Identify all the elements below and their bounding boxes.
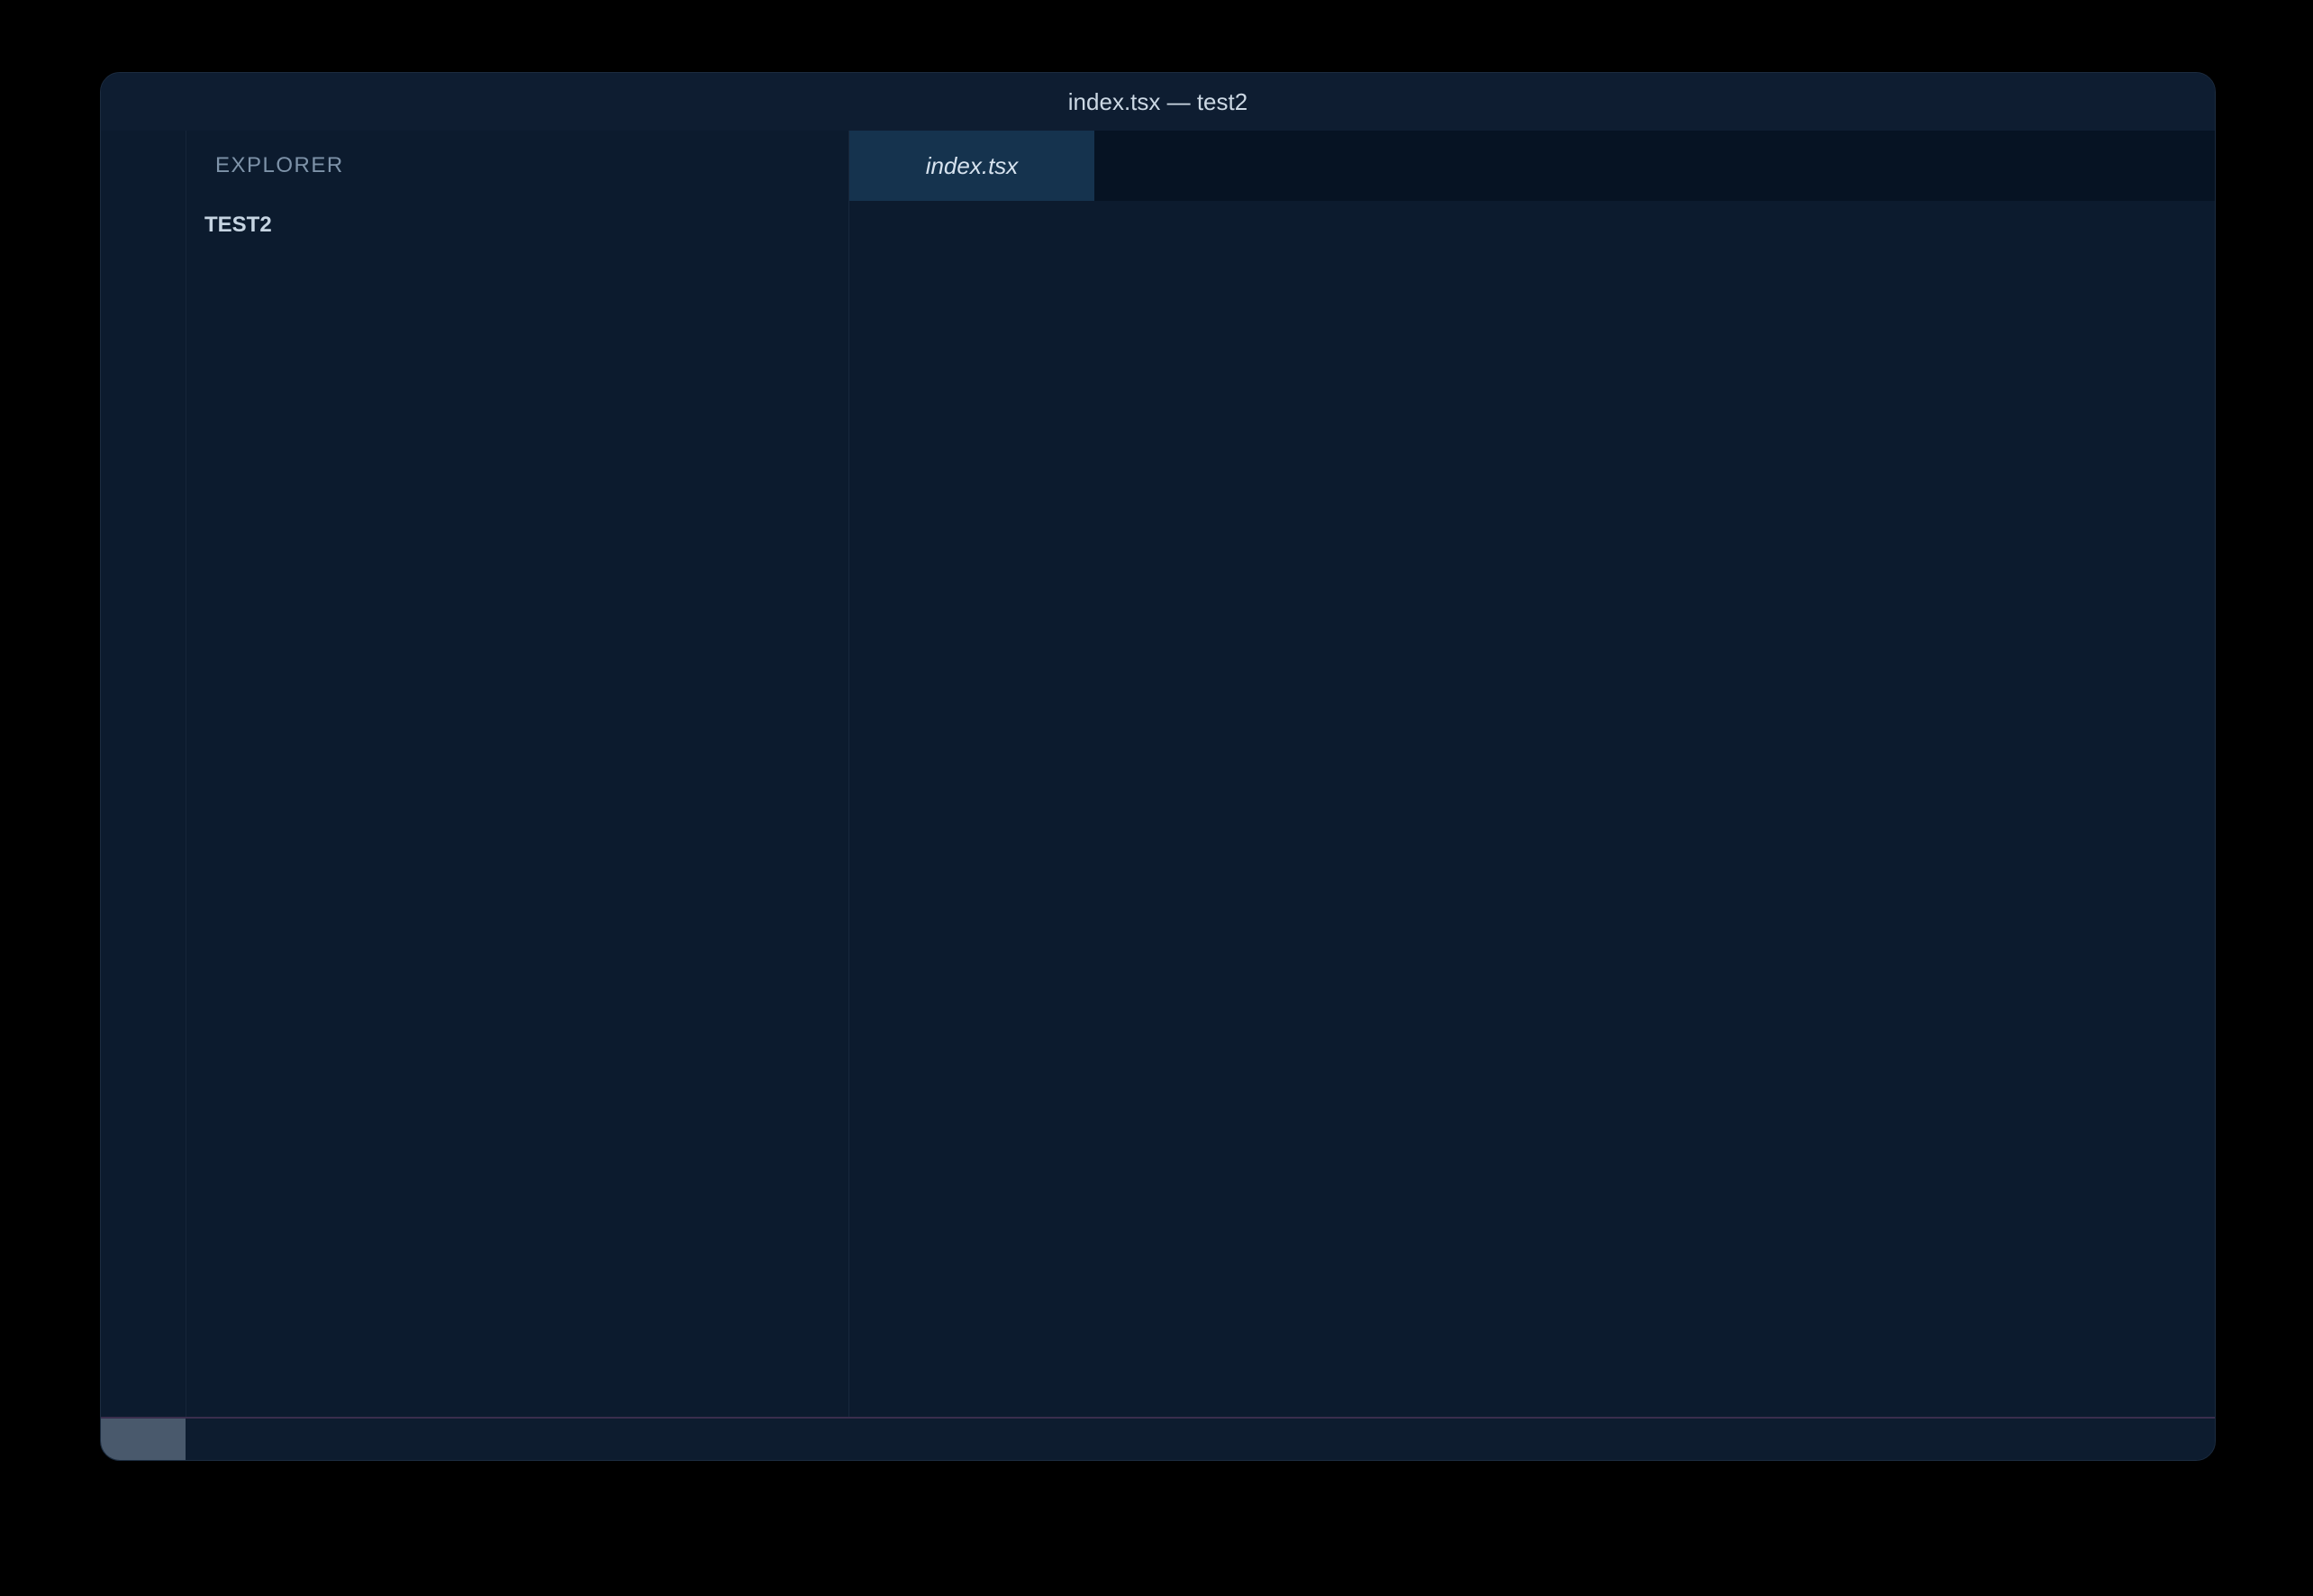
tab-index-tsx[interactable]: index.tsx [849, 131, 1094, 201]
vscode-window: index.tsx — test2 EXPLORER TEST2 [100, 72, 2216, 1461]
activity-bar [101, 131, 186, 1417]
status-bar [101, 1417, 2215, 1460]
explorer-sidebar: EXPLORER TEST2 [186, 131, 849, 1417]
sidebar-title: EXPLORER [215, 153, 344, 178]
screenshot: index.tsx — test2 EXPLORER TEST2 [0, 0, 2313, 1596]
file-tree [186, 249, 848, 1417]
sidebar-header: EXPLORER [186, 131, 848, 201]
editor-actions [2182, 131, 2215, 201]
tab-bar: index.tsx [849, 131, 2215, 201]
folder-section-header[interactable]: TEST2 [186, 201, 848, 249]
tab-label: index.tsx [926, 152, 1019, 180]
minimize-window-button[interactable] [159, 92, 178, 111]
workbench: EXPLORER TEST2 index.tsx [101, 131, 2215, 1417]
zoom-window-button[interactable] [189, 92, 208, 111]
title-bar[interactable]: index.tsx — test2 [101, 73, 2215, 131]
window-title: index.tsx — test2 [101, 88, 2215, 116]
editor-group: index.tsx [849, 131, 2215, 1417]
folder-section-label: TEST2 [204, 213, 272, 238]
traffic-lights [130, 92, 208, 111]
code-editor[interactable] [849, 253, 2215, 1417]
breadcrumb[interactable] [849, 201, 2215, 253]
remote-indicator-button[interactable] [101, 1419, 186, 1460]
close-window-button[interactable] [130, 92, 149, 111]
